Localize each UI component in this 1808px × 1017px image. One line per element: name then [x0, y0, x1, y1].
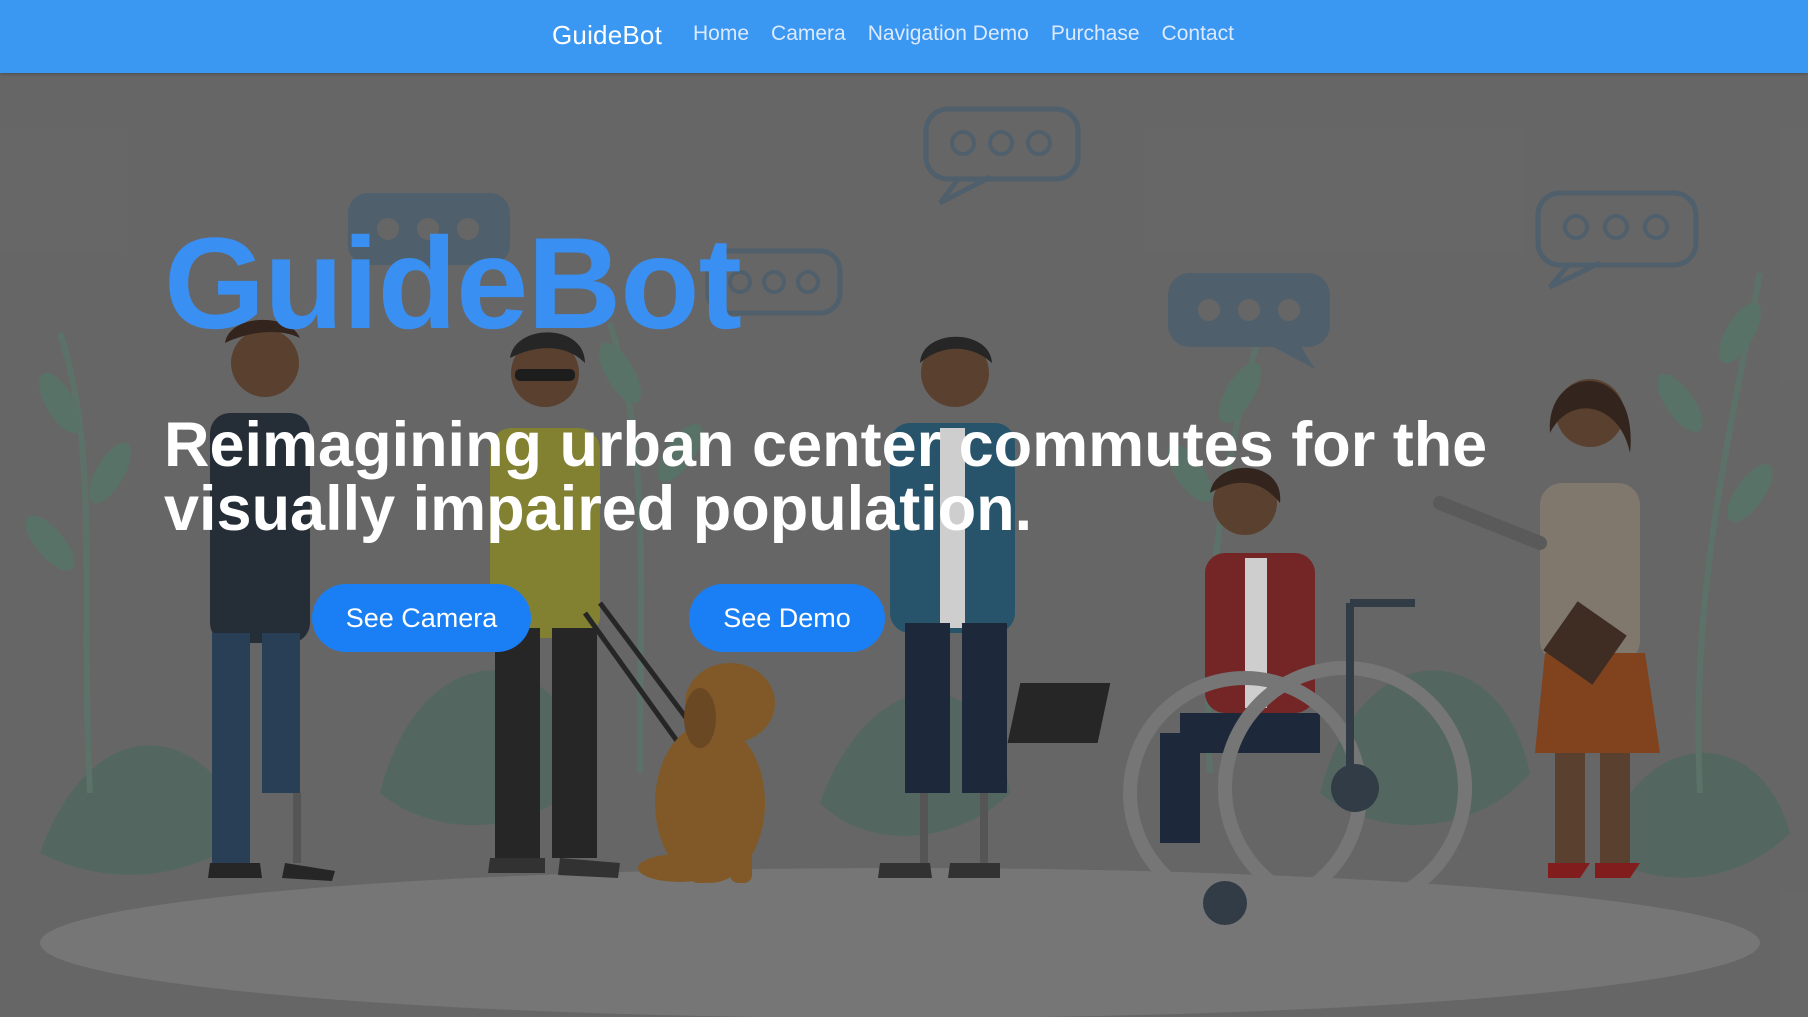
nav-link-navigation-demo[interactable]: Navigation Demo	[868, 22, 1029, 46]
see-camera-button[interactable]: See Camera	[312, 584, 531, 652]
nav-link-home[interactable]: Home	[693, 22, 749, 46]
hero-subtitle: Reimagining urban center commutes for th…	[164, 410, 1488, 544]
top-navbar: GuideBot Home Camera Navigation Demo Pur…	[0, 0, 1808, 73]
brand-logo-link[interactable]: GuideBot	[552, 20, 662, 51]
see-demo-button[interactable]: See Demo	[689, 584, 885, 652]
nav-links: Home Camera Navigation Demo Purchase Con…	[693, 22, 1256, 46]
hero-title: GuideBot	[164, 210, 742, 356]
nav-link-camera[interactable]: Camera	[771, 22, 846, 46]
nav-link-contact[interactable]: Contact	[1162, 22, 1234, 46]
hero-section: GuideBot Reimagining urban center commut…	[0, 73, 1808, 1017]
nav-link-purchase[interactable]: Purchase	[1051, 22, 1140, 46]
